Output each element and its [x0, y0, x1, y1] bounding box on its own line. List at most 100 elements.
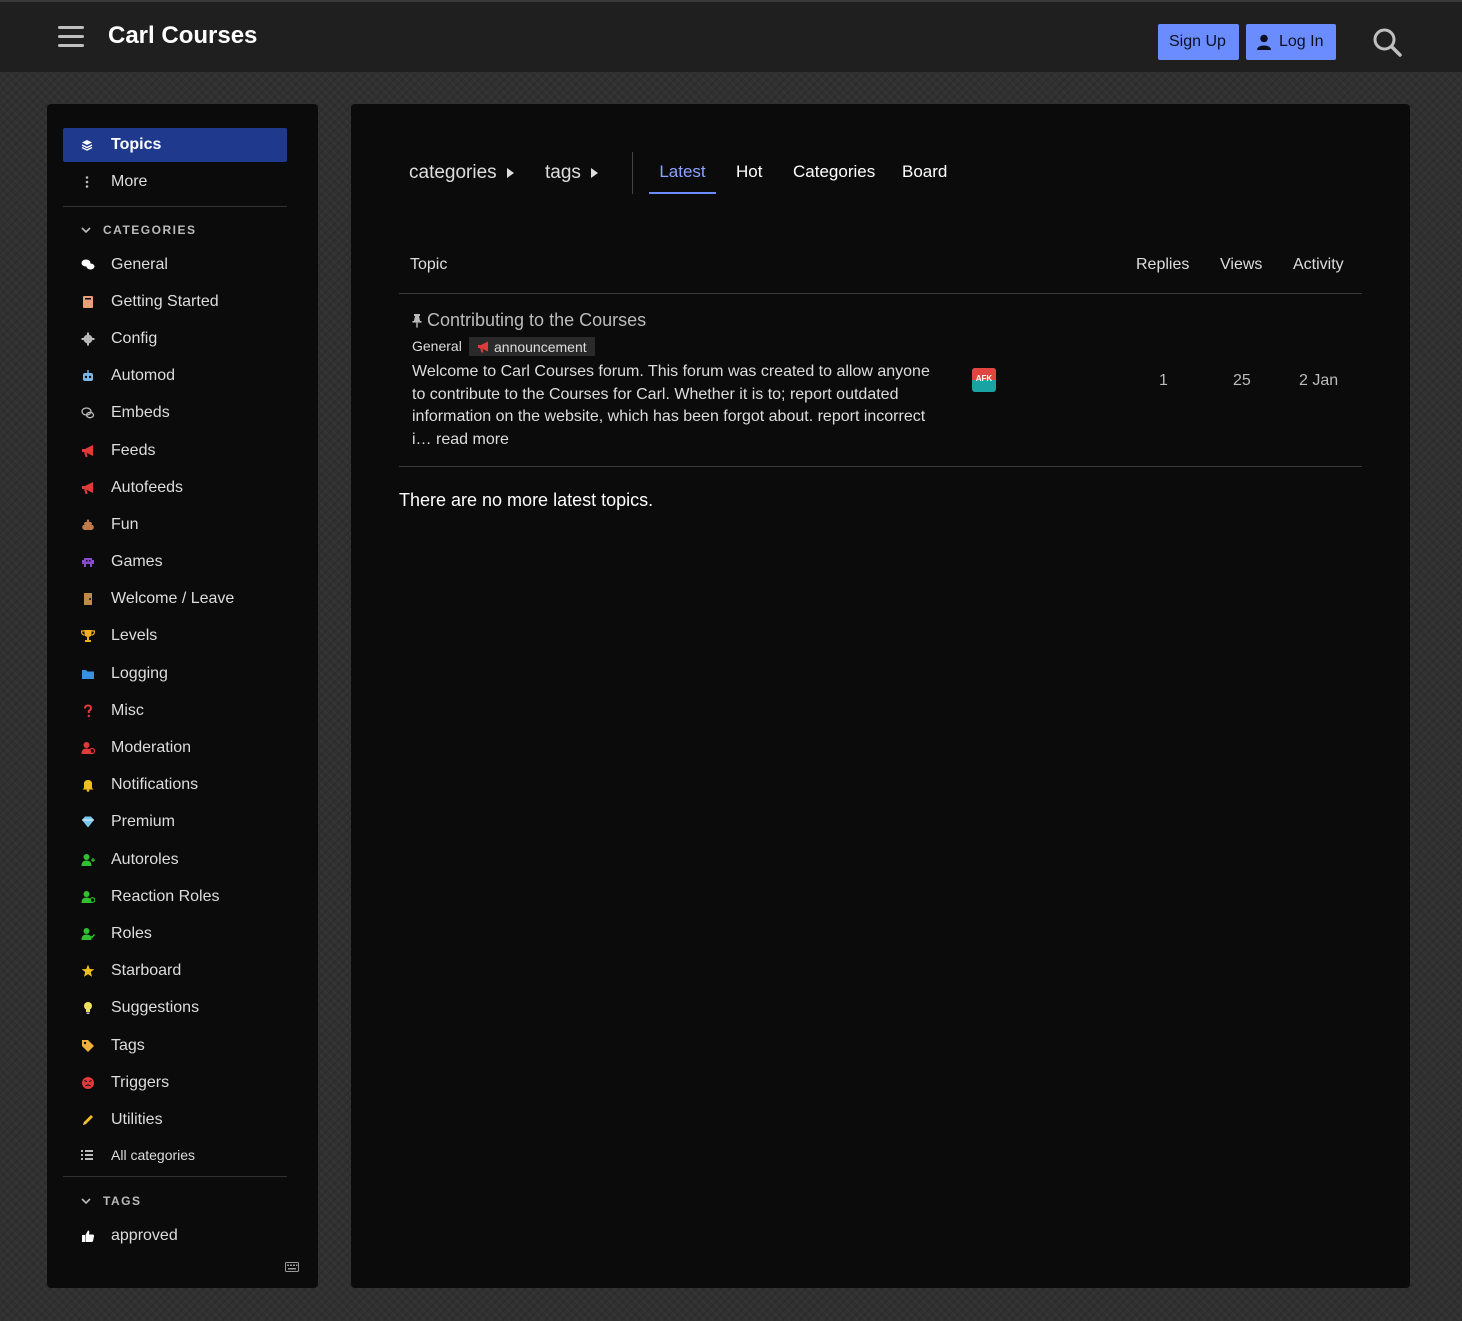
topic-activity[interactable]: 2 Jan: [1299, 372, 1338, 390]
sign-up-button[interactable]: Sign Up: [1158, 24, 1239, 60]
sidebar-category-automod[interactable]: Automod: [63, 358, 287, 395]
sidebar-item-label: Utilities: [111, 1110, 163, 1128]
sidebar-category-misc[interactable]: Misc: [63, 692, 287, 729]
sidebar-item-label: Config: [111, 329, 158, 347]
sidebar-category-autoroles[interactable]: Autoroles: [63, 841, 287, 878]
poop-icon: [81, 518, 95, 532]
sidebar-category-games[interactable]: Games: [63, 544, 287, 581]
sidebar-item-more[interactable]: More: [63, 165, 287, 199]
user-smile-icon: [81, 890, 95, 904]
tab-categories[interactable]: Categories: [793, 162, 875, 194]
keyboard-icon[interactable]: [285, 1262, 299, 1272]
sidebar-item-label: Games: [111, 553, 163, 571]
user-icon: [1257, 34, 1271, 50]
list-icon: [81, 1150, 93, 1160]
pin-icon: [412, 313, 422, 328]
sidebar-category-triggers[interactable]: Triggers: [63, 1064, 287, 1101]
sidebar-item-label: Roles: [111, 924, 152, 942]
sidebar-item-topics[interactable]: Topics: [63, 128, 287, 162]
log-in-button[interactable]: Log In: [1246, 24, 1336, 60]
folder-icon: [81, 667, 95, 681]
avatar-text: AFK: [975, 374, 993, 383]
book-icon: [81, 295, 95, 309]
sidebar-divider: [63, 206, 287, 207]
pencil-icon: [81, 1113, 95, 1127]
read-more-link[interactable]: read more: [436, 431, 509, 448]
tab-board[interactable]: Board: [902, 162, 947, 194]
sidebar-category-config[interactable]: Config: [63, 320, 287, 357]
breadcrumb-tags[interactable]: tags: [545, 162, 598, 184]
main-content: categories tags Latest Hot Categories Bo…: [351, 104, 1410, 1288]
sidebar-category-logging[interactable]: Logging: [63, 655, 287, 692]
sidebar-item-label: Logging: [111, 664, 168, 682]
sidebar-category-roles[interactable]: Roles: [63, 915, 287, 952]
topic-category-badge[interactable]: General: [412, 338, 462, 354]
sidebar-category-levels[interactable]: Levels: [63, 618, 287, 655]
sidebar-category-reaction-roles[interactable]: Reaction Roles: [63, 878, 287, 915]
sidebar-item-all-categories[interactable]: All categories: [63, 1138, 287, 1172]
topic-views: 25: [1233, 372, 1251, 389]
sidebar-item-label: General: [111, 255, 168, 273]
log-in-label: Log In: [1279, 33, 1324, 50]
sidebar-tag-approved[interactable]: approved: [63, 1217, 287, 1254]
site-title[interactable]: Carl Courses: [108, 22, 257, 50]
topic-tag-badge[interactable]: announcement: [469, 337, 595, 356]
space-invader-icon: [81, 555, 95, 569]
sidebar-item-label: Tags: [111, 1036, 145, 1054]
sidebar-item-label: All categories: [111, 1147, 196, 1163]
sidebar-category-getting-started[interactable]: Getting Started: [63, 283, 287, 320]
bell-icon: [81, 778, 95, 793]
sidebar: Topics More CATEGORIES General Getting St…: [47, 104, 318, 1288]
tags-section-toggle[interactable]: TAGS: [81, 1194, 141, 1208]
trophy-icon: [81, 629, 95, 643]
tab-hot[interactable]: Hot: [736, 162, 762, 194]
topic-replies: 1: [1159, 372, 1168, 389]
user-check-icon: [81, 927, 95, 941]
topic-excerpt: Welcome to Carl Courses forum. This foru…: [412, 361, 942, 452]
tab-latest[interactable]: Latest: [649, 162, 716, 194]
megaphone-icon: [81, 444, 95, 458]
sidebar-category-suggestions[interactable]: Suggestions: [63, 990, 287, 1027]
sidebar-category-tags[interactable]: Tags: [63, 1027, 287, 1064]
sidebar-category-moderation[interactable]: Moderation: [63, 729, 287, 766]
sidebar-item-label: Misc: [111, 701, 144, 719]
sidebar-category-embeds[interactable]: Embeds: [63, 395, 287, 432]
categories-section-toggle[interactable]: CATEGORIES: [81, 223, 196, 237]
layers-icon: [81, 140, 93, 151]
chevron-down-icon: [81, 1198, 91, 1205]
column-header-activity[interactable]: Activity: [1293, 256, 1344, 274]
chevron-down-icon: [81, 227, 91, 234]
sidebar-category-general[interactable]: General: [63, 246, 287, 283]
topic-title-link[interactable]: Contributing to the Courses: [411, 310, 646, 331]
poster-avatar[interactable]: AFK: [972, 368, 996, 392]
sidebar-category-notifications[interactable]: Notifications: [63, 767, 287, 804]
star-icon: [81, 964, 95, 978]
angry-face-icon: [81, 1076, 95, 1090]
sidebar-category-starboard[interactable]: Starboard: [63, 953, 287, 990]
megaphone-icon: [81, 481, 95, 495]
column-header-replies[interactable]: Replies: [1136, 256, 1189, 274]
user-ban-icon: [81, 741, 95, 755]
sidebar-item-label: Starboard: [111, 962, 182, 980]
sidebar-item-label: Premium: [111, 813, 176, 831]
sidebar-item-label: Topics: [111, 136, 162, 153]
tags-list: approved: [63, 1217, 287, 1254]
row-divider: [399, 466, 1362, 467]
sidebar-category-premium[interactable]: Premium: [63, 804, 287, 841]
no-more-topics-message: There are no more latest topics.: [399, 490, 654, 510]
sidebar-category-utilities[interactable]: Utilities: [63, 1101, 287, 1138]
tags-heading: TAGS: [103, 1194, 142, 1208]
sidebar-category-fun[interactable]: Fun: [63, 506, 287, 543]
column-header-views[interactable]: Views: [1220, 256, 1262, 274]
breadcrumb-categories[interactable]: categories: [409, 162, 514, 184]
sidebar-category-autofeeds[interactable]: Autofeeds: [63, 469, 287, 506]
chat-outline-icon: [81, 406, 95, 420]
vertical-ellipsis-icon: [85, 176, 89, 188]
sidebar-item-label: Fun: [111, 515, 139, 533]
sidebar-category-welcome-leave[interactable]: Welcome / Leave: [63, 581, 287, 618]
sidebar-item-label: Embeds: [111, 404, 170, 422]
thumbs-up-icon: [81, 1229, 95, 1243]
hamburger-menu-icon[interactable]: [58, 26, 84, 48]
search-icon[interactable]: [1372, 27, 1402, 57]
sidebar-category-feeds[interactable]: Feeds: [63, 432, 287, 469]
